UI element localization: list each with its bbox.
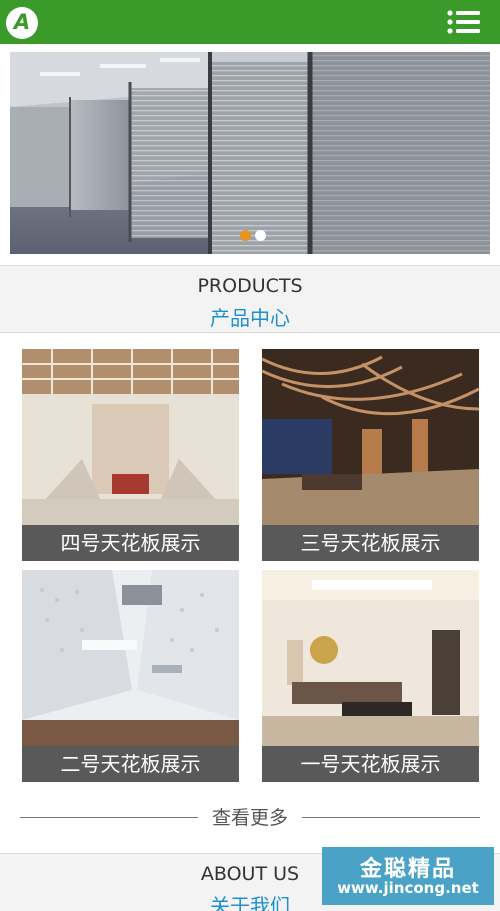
view-more-link[interactable]: 查看更多: [204, 803, 296, 830]
products-title-cn[interactable]: 产品中心: [0, 302, 500, 331]
divider-left: [20, 817, 198, 818]
product-image-4: [22, 349, 239, 525]
hamburger-menu-icon: [447, 10, 480, 34]
products-section-header: PRODUCTS 产品中心: [0, 265, 500, 333]
product-image-2: [22, 570, 239, 746]
watermark-badge: 金聪精品 www.jincong.net: [322, 847, 494, 905]
carousel-dot-2[interactable]: [255, 230, 266, 241]
product-caption: 四号天花板展示: [22, 525, 239, 561]
products-title-en: PRODUCTS: [197, 275, 303, 297]
logo-letter: A: [13, 10, 31, 34]
menu-button[interactable]: [444, 6, 484, 38]
carousel-dot-1[interactable]: [240, 230, 251, 241]
product-image-3: [262, 349, 479, 525]
watermark-url: www.jincong.net: [337, 879, 479, 897]
divider-right: [302, 817, 480, 818]
product-caption: 二号天花板展示: [22, 746, 239, 782]
product-card[interactable]: 四号天花板展示: [22, 349, 239, 561]
top-bar: A: [0, 0, 500, 44]
product-card[interactable]: 三号天花板展示: [262, 349, 479, 561]
product-card[interactable]: 一号天花板展示: [262, 570, 479, 782]
product-image-1: [262, 570, 479, 746]
banner-carousel[interactable]: [10, 52, 490, 254]
logo[interactable]: A: [6, 7, 38, 39]
banner-office-image: [10, 52, 490, 254]
product-caption: 三号天花板展示: [262, 525, 479, 561]
product-caption: 一号天花板展示: [262, 746, 479, 782]
product-card[interactable]: 二号天花板展示: [22, 570, 239, 782]
view-more-row: 查看更多: [20, 803, 480, 831]
